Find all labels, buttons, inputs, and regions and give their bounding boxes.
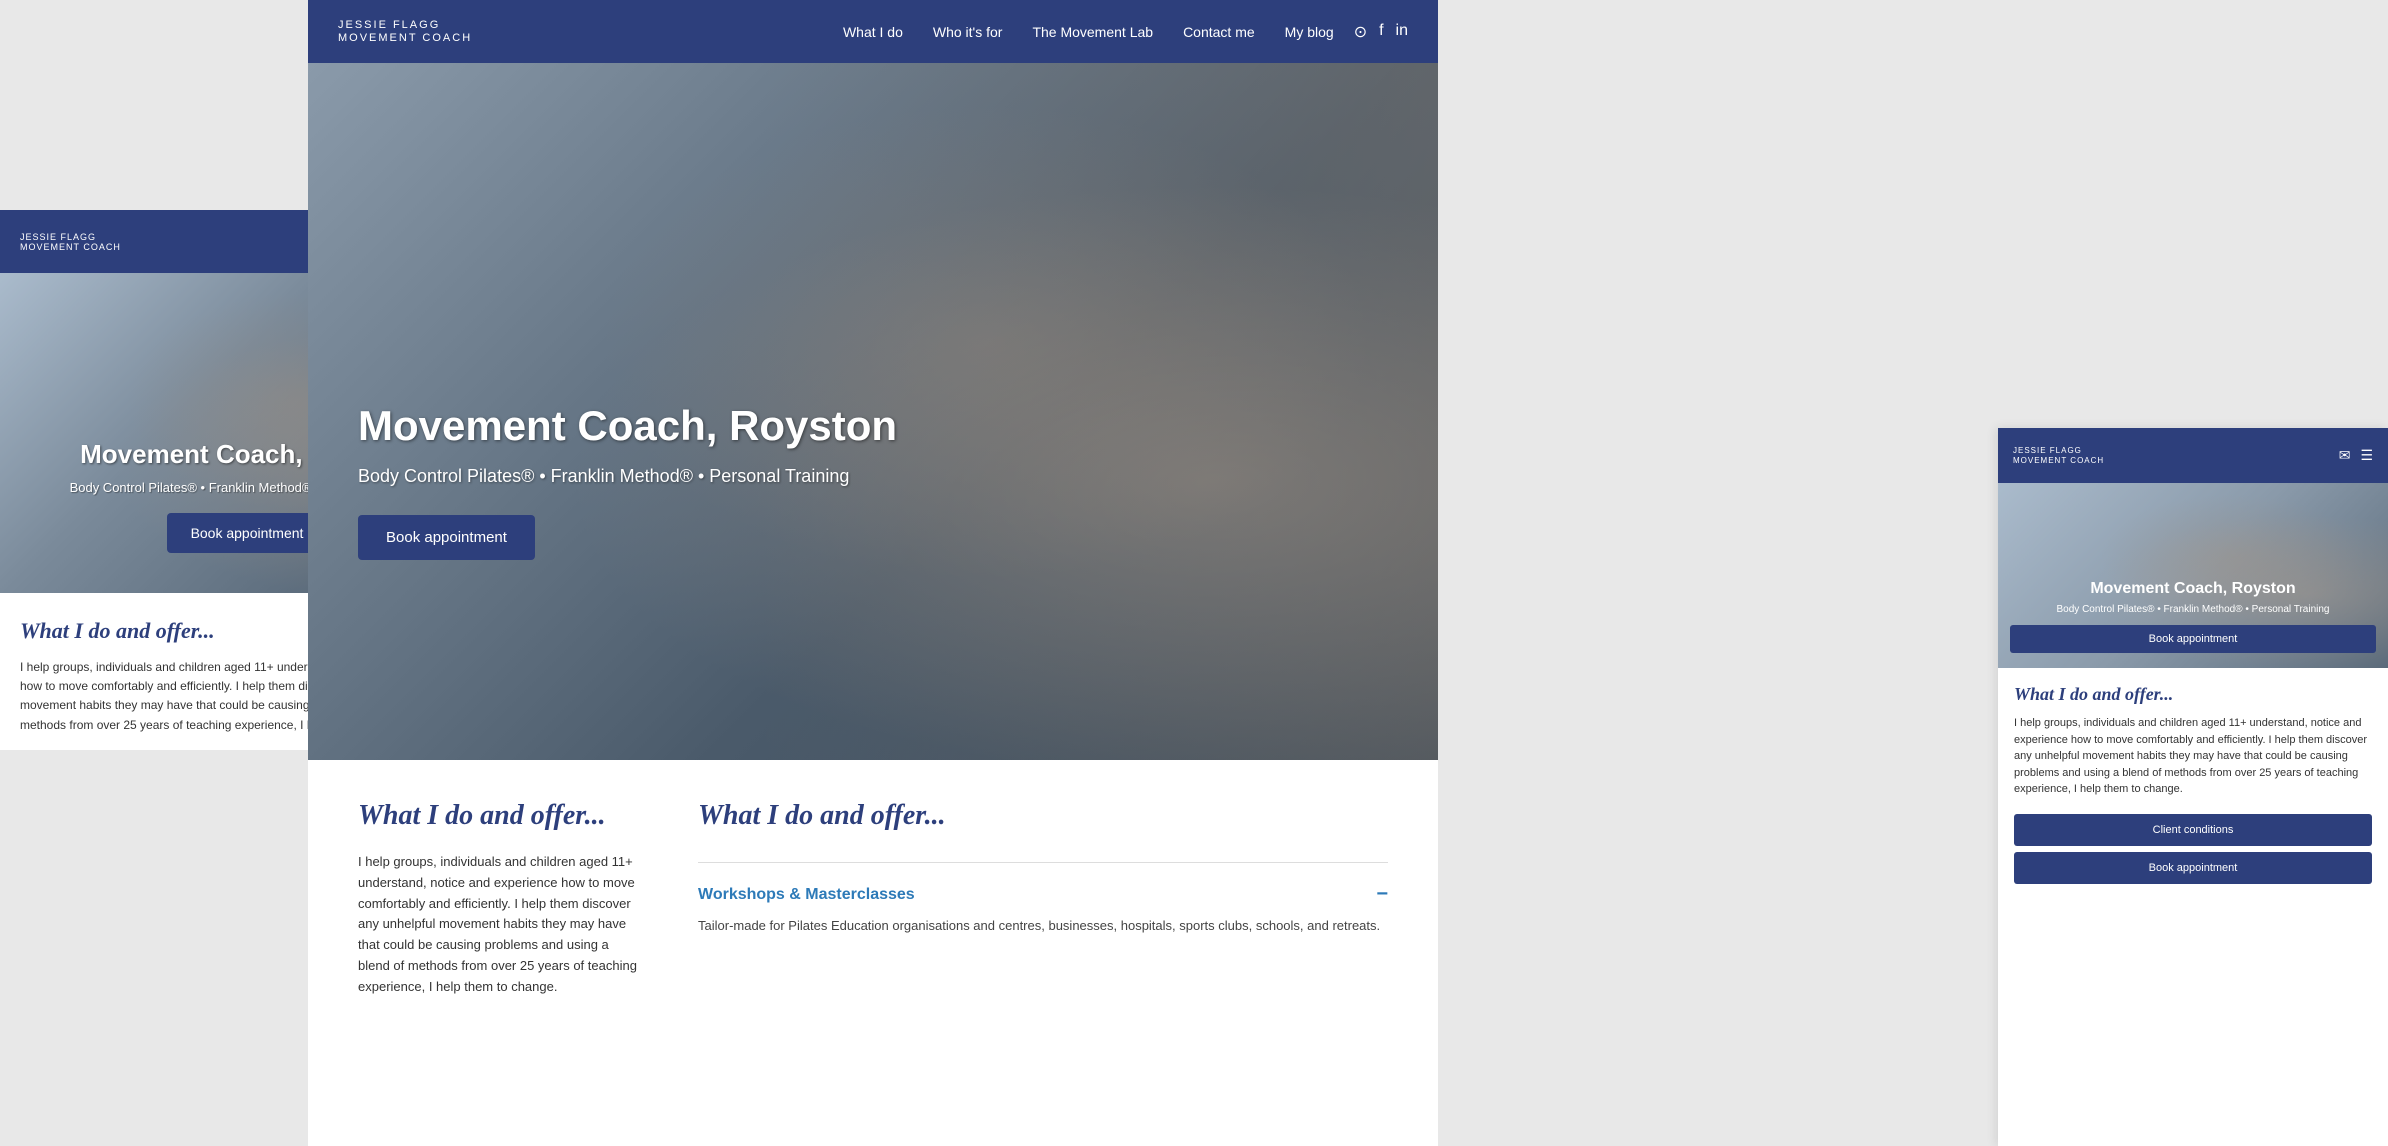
mobile-right-email-icon[interactable]: ✉ <box>2339 447 2351 464</box>
desktop-nav-links: What I do Who it's for The Movement Lab … <box>843 24 1334 40</box>
mobile-right-logo-name: Movement Coach <box>2013 456 2339 466</box>
workshop-header: Workshops & Masterclasses − <box>698 883 1388 906</box>
mobile-right-nav-icons: ✉ ☰ <box>2339 447 2373 464</box>
mobile-right-book-appointment-button[interactable]: Book appointment <box>2014 852 2372 884</box>
section-left: What I do and offer... I help groups, in… <box>358 800 638 998</box>
mobile-right-hero-content: Movement Coach, Royston Body Control Pil… <box>2010 580 2376 653</box>
desktop-hero-content: Movement Coach, Royston Body Control Pil… <box>358 402 897 560</box>
linkedin-icon[interactable]: in <box>1396 22 1408 42</box>
mobile-right-hero-subtitle: Body Control Pilates® • Franklin Method®… <box>2010 604 2376 615</box>
nav-link-movement-lab[interactable]: The Movement Lab <box>1032 24 1153 40</box>
desktop-social-icons: ⊙ f in <box>1354 22 1408 42</box>
desktop-nav: Jessie Flagg Movement Coach What I do Wh… <box>308 0 1438 63</box>
facebook-icon[interactable]: f <box>1379 22 1383 42</box>
mobile-right-section-heading: What I do and offer... <box>2014 684 2372 705</box>
nav-link-who-its-for[interactable]: Who it's for <box>933 24 1003 40</box>
desktop-hero-title: Movement Coach, Royston <box>358 402 897 450</box>
mobile-right-nav: Jessie Flagg Movement Coach ✉ ☰ <box>1998 428 2388 483</box>
mobile-right-section: What I do and offer... I help groups, in… <box>1998 668 2388 906</box>
desktop-book-button[interactable]: Book appointment <box>358 515 535 560</box>
desktop-section: What I do and offer... I help groups, in… <box>308 760 1438 1146</box>
mobile-right-menu-icon[interactable]: ☰ <box>2360 447 2373 464</box>
mobile-right-section-body: I help groups, individuals and children … <box>2014 715 2372 798</box>
minus-icon[interactable]: − <box>1376 883 1388 906</box>
desktop-main-version: Jessie Flagg Movement Coach What I do Wh… <box>308 0 1438 760</box>
instagram-icon[interactable]: ⊙ <box>1354 22 1367 42</box>
mobile-right-logo-subtitle: Jessie Flagg <box>2013 446 2339 456</box>
client-conditions-button[interactable]: Client conditions <box>2014 814 2372 846</box>
desktop-logo: Jessie Flagg Movement Coach <box>338 19 472 43</box>
mobile-right-hero: Movement Coach, Royston Body Control Pil… <box>1998 483 2388 668</box>
mobile-book-button[interactable]: Book appointment <box>167 513 328 553</box>
section-right-heading: What I do and offer... <box>698 800 1388 832</box>
nav-link-contact[interactable]: Contact me <box>1183 24 1255 40</box>
desktop-hero: Movement Coach, Royston Body Control Pil… <box>308 63 1438 760</box>
workshop-description: Tailor-made for Pilates Education organi… <box>698 916 1388 936</box>
desktop-logo-name: Movement Coach <box>338 32 472 44</box>
desktop-logo-subtitle: Jessie Flagg <box>338 19 472 31</box>
mobile-right-hero-title: Movement Coach, Royston <box>2010 580 2376 598</box>
workshop-title[interactable]: Workshops & Masterclasses <box>698 886 915 904</box>
workshop-item: Workshops & Masterclasses − Tailor-made … <box>698 862 1388 956</box>
desktop-hero-subtitle: Body Control Pilates® • Franklin Method®… <box>358 466 897 487</box>
nav-link-what-i-do[interactable]: What I do <box>843 24 903 40</box>
section-right: What I do and offer... Workshops & Maste… <box>698 800 1388 956</box>
section-left-heading: What I do and offer... <box>358 800 638 832</box>
nav-link-blog[interactable]: My blog <box>1285 24 1334 40</box>
mobile-right-version: Jessie Flagg Movement Coach ✉ ☰ Movement… <box>1998 428 2388 1146</box>
mobile-right-book-button[interactable]: Book appointment <box>2010 625 2376 653</box>
section-left-body: I help groups, individuals and children … <box>358 852 638 998</box>
mobile-right-logo: Jessie Flagg Movement Coach <box>2013 446 2339 465</box>
